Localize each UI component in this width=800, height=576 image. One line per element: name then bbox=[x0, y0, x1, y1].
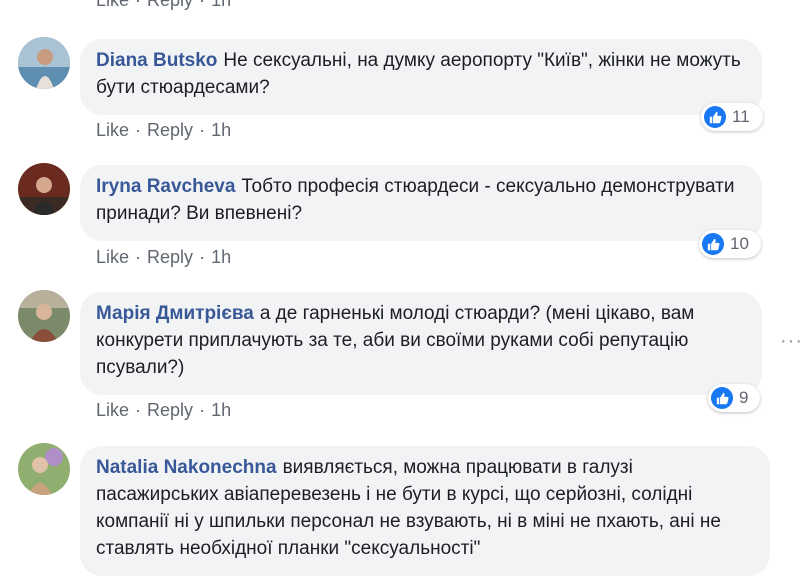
comment-bubble: Natalia Nakonechna виявляється, можна пра… bbox=[80, 446, 770, 576]
comment-author[interactable]: Марія Дмитрієва bbox=[96, 303, 254, 324]
avatar-photo bbox=[18, 37, 70, 89]
like-count: 11 bbox=[732, 107, 750, 126]
avatar-photo bbox=[18, 290, 70, 342]
comment-actions: Like · Reply · 1h bbox=[96, 120, 231, 141]
reply-link[interactable]: Reply bbox=[147, 0, 193, 10]
reply-link[interactable]: Reply bbox=[147, 120, 193, 140]
comment-author[interactable]: Natalia Nakonechna bbox=[96, 457, 277, 478]
comment-bubble: Iryna Ravcheva Тобто професія стюардеси -… bbox=[80, 165, 762, 241]
thumbs-up-icon bbox=[711, 387, 733, 409]
like-link[interactable]: Like bbox=[96, 400, 129, 420]
comment-time[interactable]: 1h bbox=[211, 400, 231, 420]
like-count: 10 bbox=[730, 234, 749, 253]
separator-dot: · bbox=[199, 400, 206, 420]
separator-dot: · bbox=[199, 0, 206, 10]
like-link[interactable]: Like bbox=[96, 0, 129, 10]
comment-bubble: Марія Дмитрієва а де гарненькі молоді стю… bbox=[80, 292, 762, 395]
separator-dot: · bbox=[199, 247, 206, 267]
comment-actions: Like · Reply · 1h bbox=[96, 400, 231, 421]
reaction-count[interactable]: 10 bbox=[699, 230, 761, 258]
more-options-icon[interactable]: ··· bbox=[780, 330, 800, 353]
thumbs-up-icon bbox=[702, 233, 724, 255]
separator-dot: · bbox=[135, 0, 142, 10]
comment-bubble: Diana Butsko Не сексуальні, на думку аеро… bbox=[80, 39, 762, 115]
thumbs-up-icon bbox=[704, 106, 726, 128]
reaction-count[interactable]: 11 bbox=[701, 103, 763, 131]
like-link[interactable]: Like bbox=[96, 120, 129, 140]
avatar[interactable] bbox=[18, 290, 70, 342]
separator-dot: · bbox=[135, 247, 142, 267]
comment-actions: Like · Reply · 1h bbox=[96, 0, 231, 11]
reply-link[interactable]: Reply bbox=[147, 247, 193, 267]
comment-time[interactable]: 1h bbox=[211, 0, 231, 10]
comment-author[interactable]: Diana Butsko bbox=[96, 50, 217, 71]
avatar-photo bbox=[18, 443, 70, 495]
separator-dot: · bbox=[135, 400, 142, 420]
like-link[interactable]: Like bbox=[96, 247, 129, 267]
avatar-photo bbox=[18, 163, 70, 215]
separator-dot: · bbox=[135, 120, 142, 140]
separator-dot: · bbox=[199, 120, 206, 140]
reply-link[interactable]: Reply bbox=[147, 400, 193, 420]
like-count: 9 bbox=[739, 388, 749, 407]
avatar[interactable] bbox=[18, 37, 70, 89]
comment-time[interactable]: 1h bbox=[211, 247, 231, 267]
avatar[interactable] bbox=[18, 163, 70, 215]
comment-author[interactable]: Iryna Ravcheva bbox=[96, 176, 235, 197]
comment-time[interactable]: 1h bbox=[211, 120, 231, 140]
avatar[interactable] bbox=[18, 443, 70, 495]
comment-actions: Like · Reply · 1h bbox=[96, 247, 231, 268]
reaction-count[interactable]: 9 bbox=[708, 384, 760, 412]
